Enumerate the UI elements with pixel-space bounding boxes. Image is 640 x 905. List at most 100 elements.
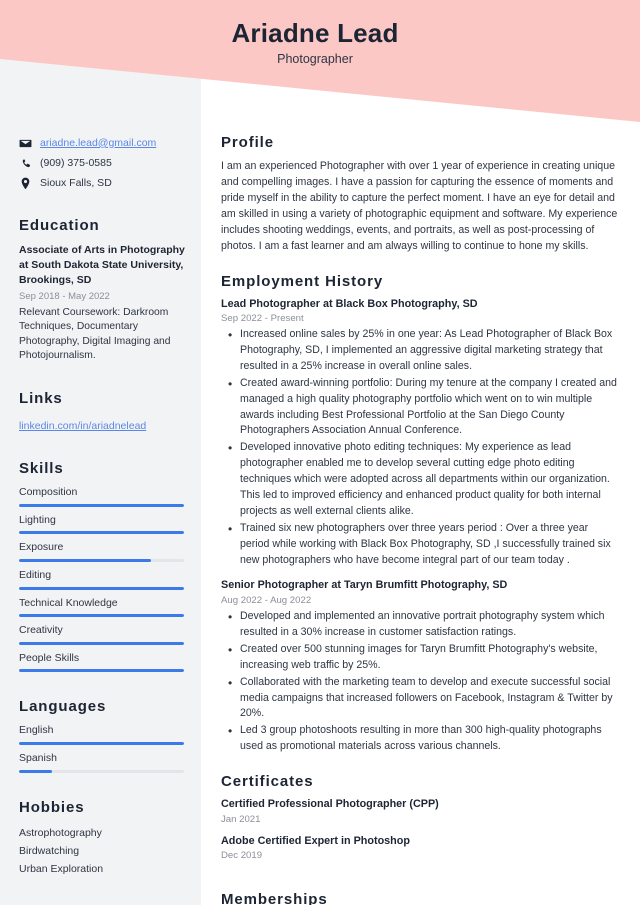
language-bar-track <box>19 769 184 773</box>
job-bullet: Created award-winning portfolio: During … <box>223 375 619 440</box>
job-bullet-list: Developed and implemented an innovative … <box>223 608 619 755</box>
education-entry: Associate of Arts in Photography at Sout… <box>19 243 189 364</box>
job-bullet: Created over 500 stunning images for Tar… <box>223 641 619 674</box>
hobby-item: Astrophotography <box>19 826 102 839</box>
languages-section: Languages English Spanish <box>19 698 189 773</box>
envelope-icon <box>19 137 32 150</box>
skill-label: Creativity <box>19 624 63 637</box>
education-heading: Education <box>19 217 100 234</box>
skill-item: People Skills <box>19 652 189 673</box>
skill-bar-fill <box>19 641 184 645</box>
job-bullet: Increased online sales by 25% in one yea… <box>223 326 619 375</box>
contact-email-text[interactable]: ariadne.lead@gmail.com <box>40 137 156 151</box>
job-bullet: Trained six new photographers over three… <box>223 520 619 569</box>
certificate-date: Jan 2021 <box>221 813 261 825</box>
job-entry: Senior Photographer at Taryn Brumfitt Ph… <box>221 578 619 755</box>
links-heading: Links <box>19 389 63 407</box>
certificate-entry: Adobe Certified Expert in Photoshop Dec 2… <box>221 834 619 862</box>
skill-bar-track <box>19 531 184 535</box>
skill-bar-fill <box>19 586 184 590</box>
skill-label: People Skills <box>19 651 80 664</box>
skill-bar-track <box>19 614 184 618</box>
skill-bar-fill <box>19 558 151 562</box>
language-item: Spanish <box>19 752 189 773</box>
skill-bar-track <box>19 641 184 645</box>
hobbies-heading: Hobbies <box>19 798 85 816</box>
skill-label: Exposure <box>19 541 64 554</box>
language-bar-fill <box>19 769 52 773</box>
main-content: Profile I am an experienced Photographer… <box>221 134 619 905</box>
skill-item: Editing <box>19 569 189 590</box>
languages-list: English Spanish <box>19 724 189 773</box>
main-column: Profile I am an experienced Photographer… <box>201 0 640 905</box>
certificates-list: Certified Professional Photographer (CPP… <box>221 797 619 861</box>
resume-page: ariadne.lead@gmail.com (909) 375-0585 Si… <box>0 0 640 905</box>
contact-location-row: Sioux Falls, SD <box>19 176 189 191</box>
skill-bar-track <box>19 586 184 590</box>
contact-location-text: Sioux Falls, SD <box>40 176 112 189</box>
certificate-date: Dec 2019 <box>221 850 263 862</box>
memberships-heading: Memberships <box>221 891 328 905</box>
skill-bar-track <box>19 669 184 673</box>
job-title: Senior Photographer at Taryn Brumfitt Ph… <box>221 579 508 592</box>
language-bar-fill <box>19 742 184 746</box>
contact-phone-text: (909) 375-0585 <box>40 156 112 169</box>
language-label: English <box>19 724 54 737</box>
skill-label: Lighting <box>19 513 56 526</box>
job-bullet: Developed innovative photo editing techn… <box>223 439 619 519</box>
skill-bar-fill <box>19 531 184 535</box>
header-text-block: Ariadne Lead Photographer <box>0 18 640 66</box>
education-degree: Associate of Arts in Photography at Sout… <box>19 244 185 286</box>
contact-email-row[interactable]: ariadne.lead@gmail.com <box>19 136 189 151</box>
skill-label: Composition <box>19 485 78 498</box>
skill-bar-fill <box>19 669 184 673</box>
skill-bar-fill <box>19 614 184 618</box>
skill-bar-fill <box>19 503 184 507</box>
certificates-heading: Certificates <box>221 773 314 791</box>
hobbies-list: Astrophotography Birdwatching Urban Explor… <box>19 825 189 878</box>
header-subtitle: Photographer <box>277 52 353 67</box>
skill-label: Technical Knowledge <box>19 596 118 609</box>
education-date: Sep 2018 - May 2022 <box>19 290 110 302</box>
job-date: Aug 2022 - Aug 2022 <box>221 595 312 607</box>
job-bullet: Developed and implemented an innovative … <box>223 608 619 641</box>
phone-icon <box>19 157 32 170</box>
sidebar-content: ariadne.lead@gmail.com (909) 375-0585 Si… <box>19 136 189 880</box>
employment-heading: Employment History <box>221 272 384 290</box>
certificates-section: Certificates Certified Professional Phot… <box>221 773 619 861</box>
skill-item: Lighting <box>19 514 189 535</box>
education-description: Relevant Coursework: Darkroom Techniques… <box>19 306 171 362</box>
hobbies-section: Hobbies Astrophotography Birdwatching Urba… <box>19 799 189 878</box>
skill-bar-track <box>19 558 184 562</box>
job-bullet: Collaborated with the marketing team to … <box>223 674 619 723</box>
hobby-item: Birdwatching <box>19 845 80 857</box>
job-entry: Lead Photographer at Black Box Photograp… <box>221 297 619 569</box>
memberships-section: Memberships <box>221 891 619 905</box>
language-bar-track <box>19 742 184 746</box>
jobs-list: Lead Photographer at Black Box Photograp… <box>221 297 619 756</box>
page-title: Ariadne Lead <box>231 18 399 48</box>
job-bullet-list: Increased online sales by 25% in one yea… <box>223 326 619 569</box>
job-bullet: Led 3 group photoshoots resulting in mor… <box>223 722 619 755</box>
sidebar: ariadne.lead@gmail.com (909) 375-0585 Si… <box>0 0 201 905</box>
language-label: Spanish <box>19 752 57 765</box>
skill-item: Composition <box>19 486 189 507</box>
certificate-entry: Certified Professional Photographer (CPP… <box>221 797 619 825</box>
skills-list: Composition Lighting Exposure Editing Techni… <box>19 486 189 673</box>
education-section: Education Associate of Arts in Photograp… <box>19 217 189 364</box>
job-title: Lead Photographer at Black Box Photograp… <box>221 297 478 310</box>
skill-item: Creativity <box>19 624 189 645</box>
map-pin-icon <box>19 177 32 190</box>
contact-block: ariadne.lead@gmail.com (909) 375-0585 Si… <box>19 136 189 191</box>
certificate-name: Certified Professional Photographer (CPP… <box>221 798 439 811</box>
skill-item: Exposure <box>19 541 189 562</box>
skill-item: Technical Knowledge <box>19 597 189 618</box>
profile-heading: Profile <box>221 134 274 151</box>
employment-section: Employment History Lead Photographer at … <box>221 273 619 756</box>
skills-heading: Skills <box>19 459 64 477</box>
profile-section: Profile I am an experienced Photographer… <box>221 134 619 255</box>
skills-section: Skills Composition Lighting Exposure Editin… <box>19 459 189 673</box>
link-item-linkedin[interactable]: linkedin.com/in/ariadnelead <box>19 420 146 432</box>
certificate-name: Adobe Certified Expert in Photoshop <box>221 834 410 847</box>
